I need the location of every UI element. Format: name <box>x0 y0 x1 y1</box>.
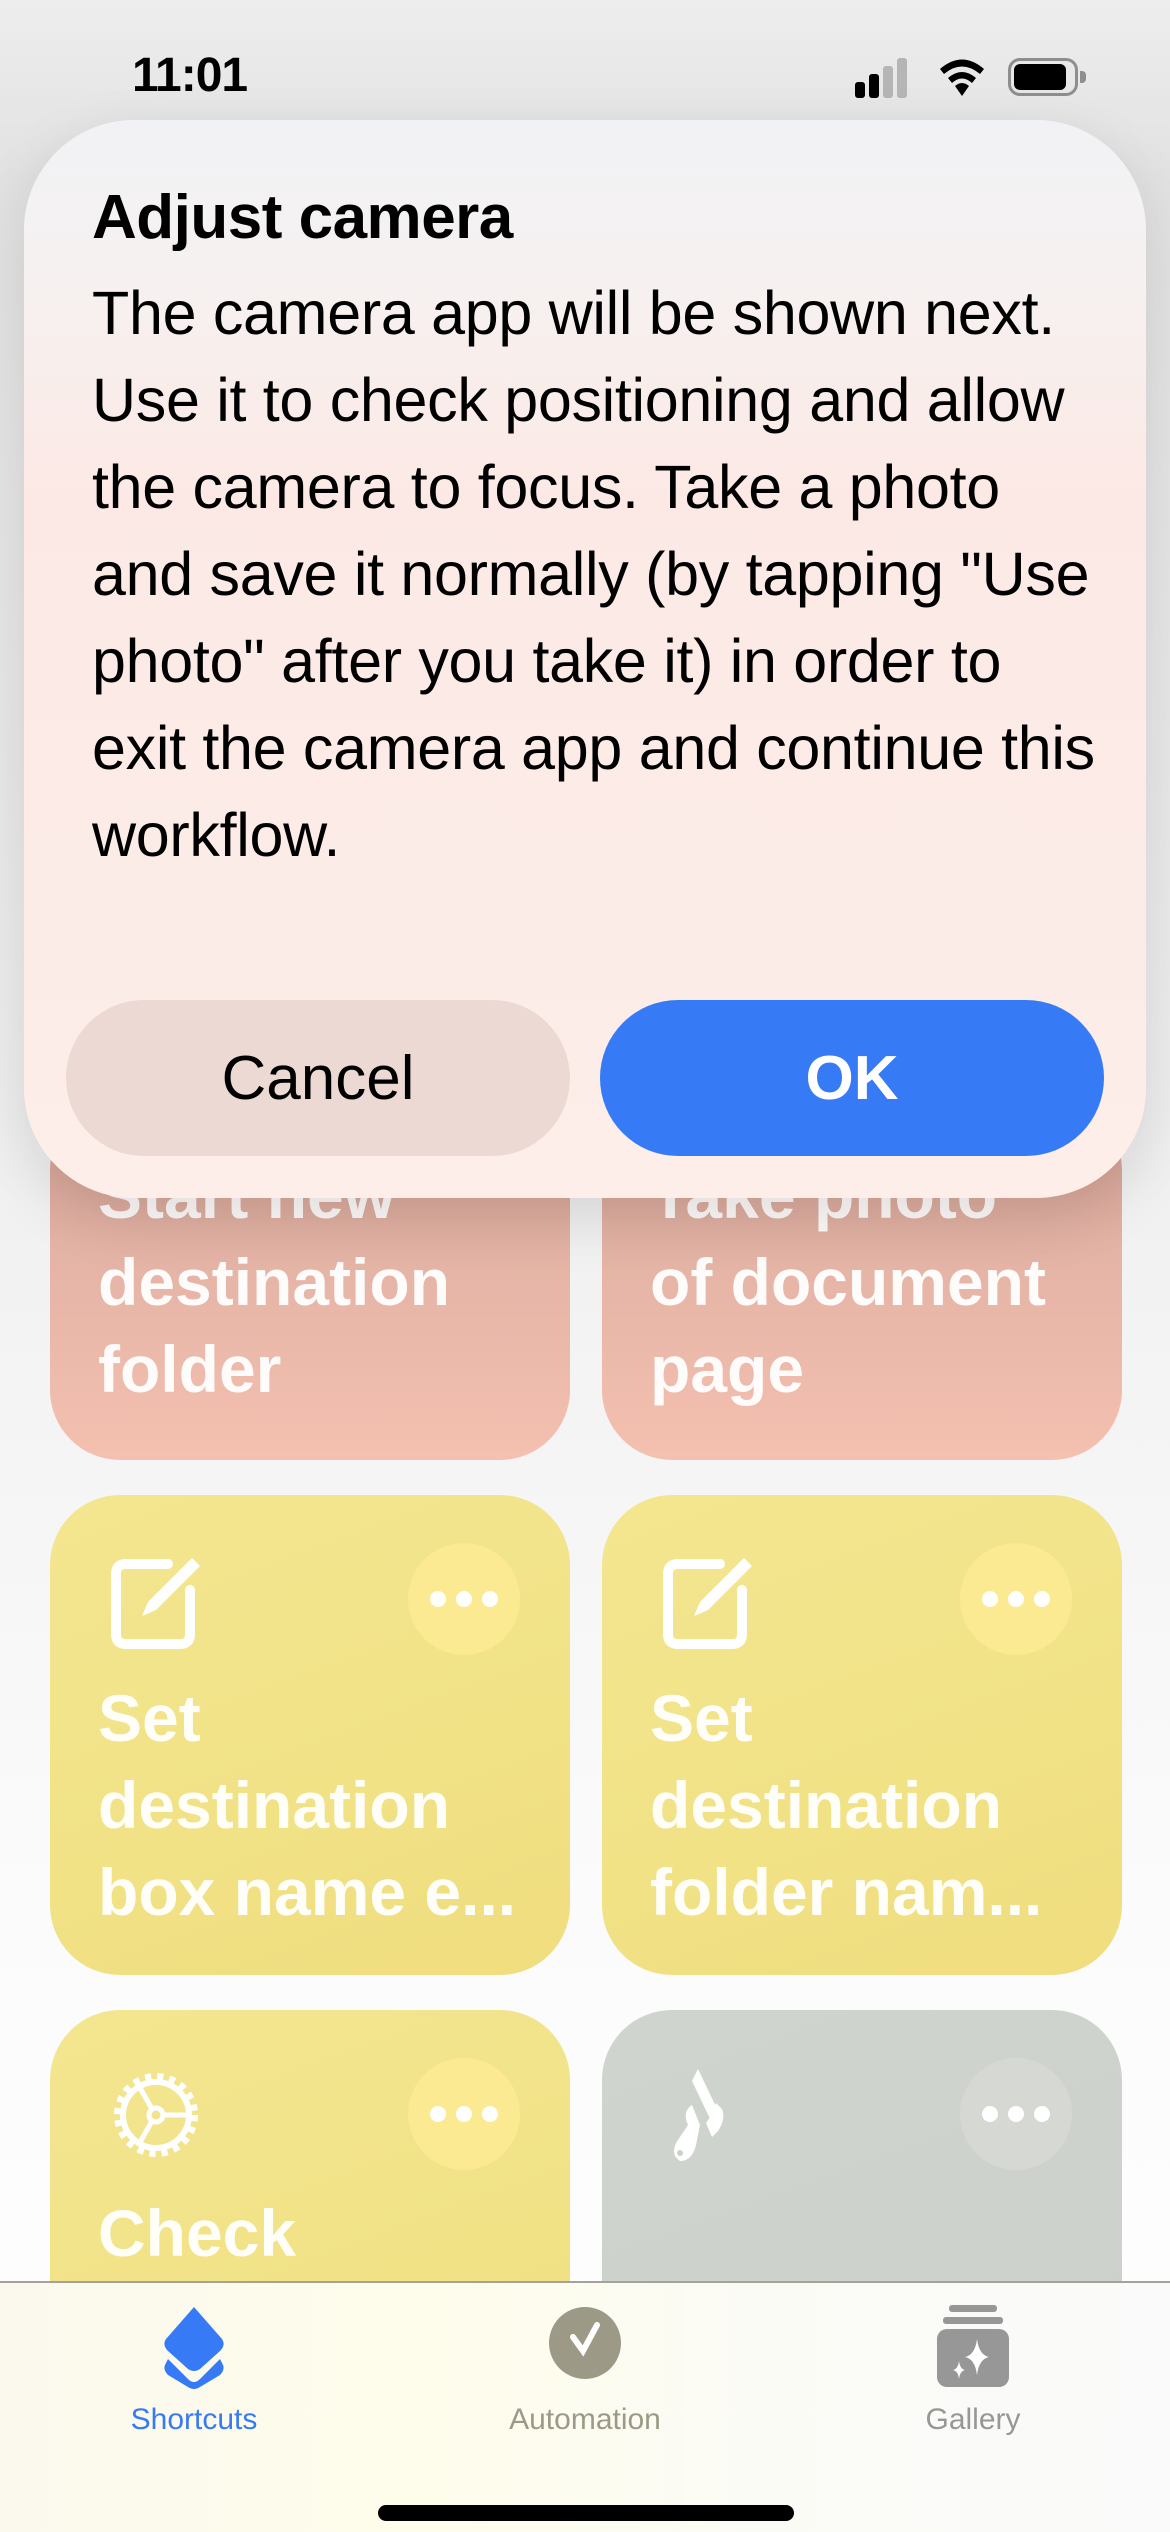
tab-label: Gallery <box>925 2403 1021 2436</box>
shortcut-title: Set destination box name e... <box>98 1681 517 1929</box>
gear-icon <box>114 2073 198 2157</box>
more-button[interactable] <box>960 1543 1072 1655</box>
dialog-message: The camera app will be shown next. Use i… <box>92 279 1095 869</box>
tab-gallery[interactable]: Gallery <box>843 2303 1103 2443</box>
cellular-signal-icon <box>855 58 915 98</box>
status-time: 11:01 <box>132 49 248 102</box>
compose-icon <box>111 1558 200 1649</box>
ok-button[interactable]: OK <box>600 1000 1104 1156</box>
shortcut-title: Check <box>98 2196 297 2270</box>
wifi-icon <box>940 59 984 96</box>
dialog-title: Adjust camera <box>92 183 513 252</box>
tab-automation[interactable]: Automation <box>455 2303 715 2443</box>
shortcut-title: Set destination folder nam... <box>650 1681 1043 1929</box>
shortcuts-layers-icon <box>164 2307 224 2389</box>
wrench-screwdriver-icon <box>674 2069 724 2161</box>
cancel-button[interactable]: Cancel <box>66 1000 570 1156</box>
tab-label: Shortcuts <box>130 2403 258 2436</box>
home-indicator[interactable] <box>378 2505 794 2521</box>
more-button[interactable] <box>408 1543 520 1655</box>
gallery-sparkle-icon <box>937 2305 1009 2387</box>
more-button[interactable] <box>960 2058 1072 2170</box>
tab-shortcuts[interactable]: Shortcuts <box>64 2303 324 2443</box>
more-button[interactable] <box>408 2058 520 2170</box>
tab-label: Automation <box>509 2403 661 2436</box>
screen: Start new destination folder Take photo … <box>0 0 1170 2532</box>
alert-dialog: Adjust camera The camera app will be sho… <box>24 120 1146 1198</box>
shortcut-tile[interactable]: Set destination box name e... <box>50 1495 570 1975</box>
tab-bar: Shortcuts Automation Gallery <box>0 2281 1170 2532</box>
compose-icon <box>663 1558 752 1649</box>
status-bar: 11:01 <box>0 0 1170 130</box>
shortcut-tile[interactable]: Set destination folder nam... <box>602 1495 1122 1975</box>
automation-clock-check-icon <box>547 2307 623 2385</box>
battery-icon <box>1008 58 1086 98</box>
